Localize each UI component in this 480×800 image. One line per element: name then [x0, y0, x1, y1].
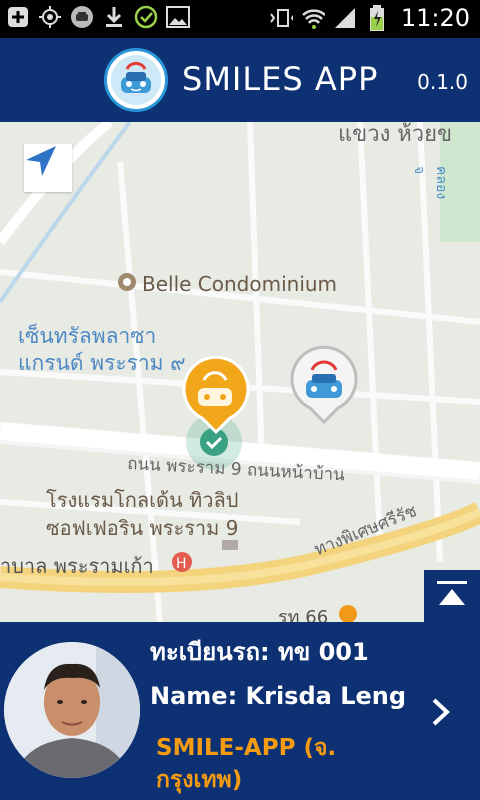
svg-text:H: H — [176, 556, 187, 572]
driver-company: SMILE-APP (จ. กรุงเทพ) — [156, 735, 337, 793]
app-bar: SMILES APP 0.1.0 — [0, 38, 480, 122]
driver-info-panel[interactable]: ทะเบียนรถ: ทข 001 Name: Krisda Leng SMIL… — [0, 622, 480, 800]
map-view[interactable]: H แขวง ห้วยข คลองจ Belle Condominium เซ็… — [0, 122, 480, 622]
chevron-right-icon — [431, 697, 451, 731]
image-icon — [166, 5, 190, 29]
other-taxi-pin[interactable] — [290, 345, 358, 425]
add-icon — [6, 5, 30, 29]
map-label-canal: คลองจ — [411, 166, 449, 200]
panel-collapse-button[interactable] — [424, 570, 480, 622]
app-version: 0.1.0 — [417, 70, 468, 94]
map-label-hospital: าบาล พระรามเก้า — [0, 554, 154, 578]
driver-avatar — [4, 642, 140, 778]
map-label-district: แขวง ห้วยข — [338, 122, 453, 147]
battery-icon — [365, 5, 389, 31]
chevron-up-icon — [437, 581, 467, 611]
gps-icon — [38, 5, 62, 29]
driver-details-button[interactable] — [426, 694, 456, 734]
status-bar: 11:20 — [0, 0, 480, 38]
compass-button[interactable] — [24, 144, 72, 192]
car-icon — [70, 5, 94, 29]
status-icons-right: 11:20 — [269, 4, 470, 32]
driver-name: Name: Krisda Leng — [150, 682, 407, 710]
map-label-condominium: Belle Condominium — [142, 272, 338, 296]
app-title: SMILES APP — [182, 60, 379, 98]
wifi-icon — [301, 6, 325, 30]
map-label-hotel-line2: ซอฟเฟอริน พระราม 9 — [46, 516, 239, 540]
status-icons-left — [6, 5, 190, 29]
map-label-plaza-line2: แกรนด์ พระราม ๙ — [18, 351, 186, 375]
vibrate-icon — [269, 6, 293, 30]
app-logo — [104, 48, 168, 112]
map-label-road-66: รท 66 — [278, 607, 329, 622]
check-icon — [134, 5, 158, 29]
download-icon — [102, 5, 126, 29]
clock: 11:20 — [400, 4, 470, 32]
signal-icon — [333, 6, 357, 30]
vehicle-plate: ทะเบียนรถ: ทข 001 — [150, 638, 369, 666]
selected-taxi-pin[interactable] — [182, 355, 250, 435]
